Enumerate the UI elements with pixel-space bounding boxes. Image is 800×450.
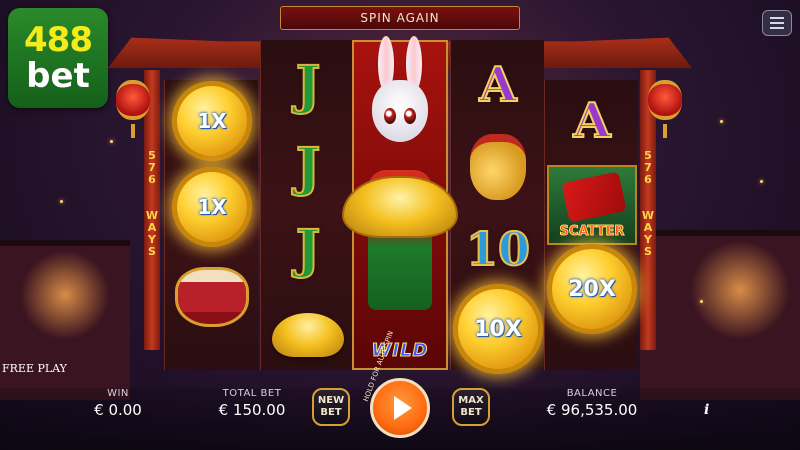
menu-icon-bar (770, 27, 784, 29)
a-symbol: A (451, 44, 545, 126)
coin-1x: 1X (172, 81, 252, 161)
right-ways-text: 576WAYS (641, 149, 655, 258)
menu-icon-bar (770, 17, 784, 19)
new-bet-button[interactable]: NEW BET (312, 388, 350, 426)
money-bag-icon (470, 134, 526, 200)
multiplier-coin: 1X (165, 80, 259, 162)
menu-button[interactable] (762, 10, 792, 36)
firecracker-icon: SCATTER (547, 165, 637, 245)
letter-a: A (478, 56, 517, 114)
balance-display: BALANCE € 96,535.00 (538, 388, 646, 419)
reel-1: 1X 1X (164, 80, 258, 370)
letter-j: J (295, 136, 322, 199)
sparkle (110, 140, 113, 143)
ten-symbol: 10 (451, 208, 545, 290)
logo-word: bet (26, 56, 90, 96)
number-ten: 10 (465, 221, 531, 277)
win-value: € 0.00 (94, 401, 142, 419)
lantern-icon (116, 80, 150, 120)
letter-j: J (295, 54, 322, 117)
j-symbol: J (261, 126, 355, 208)
sparkle (720, 120, 723, 123)
lantern-icon (648, 80, 682, 120)
drum-symbol (165, 256, 259, 338)
left-ways-text: 576WAYS (145, 149, 159, 258)
j-symbol: J (261, 208, 355, 290)
reel-2: J J J (260, 40, 354, 370)
rabbit-eye (384, 108, 396, 124)
rabbit-gold-ingot (342, 176, 458, 238)
total-bet-display: TOTAL BET € 150.00 (210, 388, 294, 419)
coin-10x: 10X (453, 284, 543, 374)
win-label: WIN (107, 388, 129, 399)
menu-icon-bar (770, 22, 784, 24)
sparkle (760, 180, 763, 183)
max-bet-button[interactable]: MAX BET (452, 388, 490, 426)
letter-j: J (295, 218, 322, 281)
multiplier-coin: 10X (451, 284, 545, 374)
background-light (20, 250, 110, 340)
scatter-label: SCATTER (559, 224, 625, 240)
balance-label: BALANCE (566, 388, 618, 399)
letter-a: A (572, 92, 611, 150)
win-display: WIN € 0.00 (88, 388, 148, 419)
play-icon (393, 396, 412, 420)
multiplier-coin: 20X (545, 244, 639, 334)
balance-value: € 96,535.00 (546, 401, 638, 419)
gold-bag-symbol (451, 126, 545, 208)
rabbit-head (372, 80, 428, 142)
spin-again-banner: SPIN AGAIN (280, 6, 520, 30)
rabbit-eye (404, 108, 416, 124)
reel-4: A 10 10X (450, 40, 545, 374)
j-symbol: J (261, 44, 355, 126)
lantern-tassel (131, 124, 135, 138)
info-icon[interactable]: i (704, 402, 709, 418)
firecracker-shape (561, 171, 627, 223)
free-play-label: FREE PLAY (2, 362, 67, 375)
spin-button[interactable] (370, 378, 430, 438)
sparkle (700, 300, 703, 303)
background-light (690, 240, 790, 340)
total-bet-value: € 150.00 (218, 401, 286, 419)
scatter-symbol: SCATTER (545, 164, 639, 246)
gold-ingot-icon (272, 313, 344, 357)
reel-5: A SCATTER 20X (544, 80, 638, 370)
gold-ingot-symbol (261, 294, 355, 376)
logo-number: 488 (24, 20, 93, 60)
drum-icon (175, 267, 249, 327)
total-bet-label: TOTAL BET (222, 388, 282, 399)
sparkle (60, 200, 63, 203)
lantern-tassel (663, 124, 667, 138)
a-symbol: A (545, 80, 639, 162)
multiplier-coin: 1X (165, 166, 259, 248)
wild-label: WILD (371, 340, 429, 362)
coin-1x: 1X (172, 167, 252, 247)
brand-logo: 488 bet (8, 8, 108, 108)
coin-20x: 20X (547, 244, 637, 334)
